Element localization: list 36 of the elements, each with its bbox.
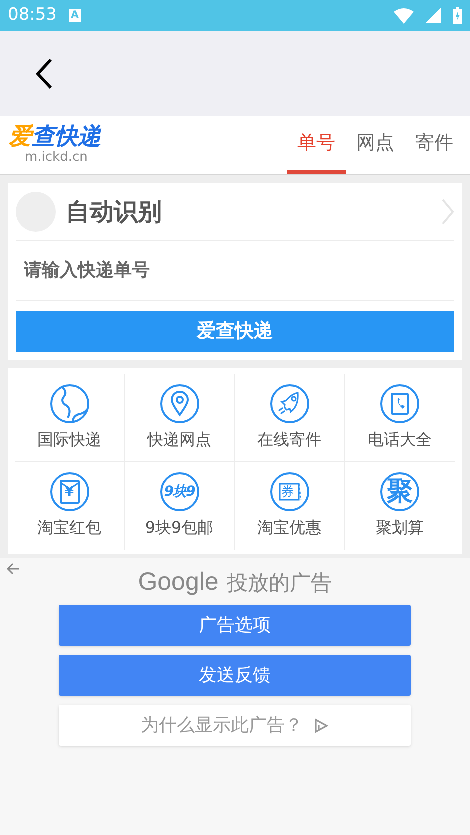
tab[interactable]: 单号 xyxy=(287,116,346,174)
signal-icon xyxy=(426,8,441,23)
coupon-icon: 券 xyxy=(270,472,310,512)
back-button[interactable] xyxy=(35,56,55,90)
notification-icon: A xyxy=(69,9,81,22)
back-icon xyxy=(35,58,53,90)
tracking-number-input[interactable]: 请输入快递单号 xyxy=(24,257,446,284)
map-pin-icon xyxy=(160,384,200,424)
logo-domain: m.ickd.cn xyxy=(24,151,88,164)
google-brand-label: Google xyxy=(138,567,219,598)
badge-icon: 聚 xyxy=(380,472,420,512)
ad-option-button[interactable]: 广告选项 xyxy=(59,605,411,646)
clock: 08:53 xyxy=(8,4,57,27)
shortcut-item[interactable]: 在线寄件 xyxy=(235,374,345,462)
ad-title: 投放的广告 xyxy=(226,570,332,597)
shortcut-item[interactable]: 快递网点 xyxy=(125,374,235,462)
ad-choices-icon xyxy=(313,718,329,734)
shortcut-item[interactable]: 券 淘宝优惠 xyxy=(235,462,345,550)
ad-option-button[interactable]: 发送反馈 xyxy=(59,655,411,696)
carrier-label: 自动识别 xyxy=(66,196,163,228)
badge-icon: 9块9 xyxy=(160,472,200,512)
shortcut-item[interactable]: 聚 聚划算 xyxy=(345,462,455,550)
battery-icon xyxy=(453,7,462,24)
chevron-right-icon xyxy=(442,198,454,224)
phone-book-icon xyxy=(380,384,420,424)
globe-icon xyxy=(50,384,90,424)
shortcut-item[interactable]: 电话大全 xyxy=(345,374,455,462)
back-arrow-button[interactable] xyxy=(6,562,20,576)
rocket-icon xyxy=(270,384,310,424)
tab[interactable]: 网点 xyxy=(346,116,405,174)
wifi-icon xyxy=(394,8,414,24)
shortcut-item[interactable]: 9块9 9块9包邮 xyxy=(125,462,235,550)
tab[interactable]: 寄件 xyxy=(405,116,464,174)
logo-title: 爱查快递 xyxy=(9,126,101,149)
shortcut-item[interactable]: 国际快递 xyxy=(15,374,125,462)
back-arrow-icon xyxy=(6,562,20,576)
